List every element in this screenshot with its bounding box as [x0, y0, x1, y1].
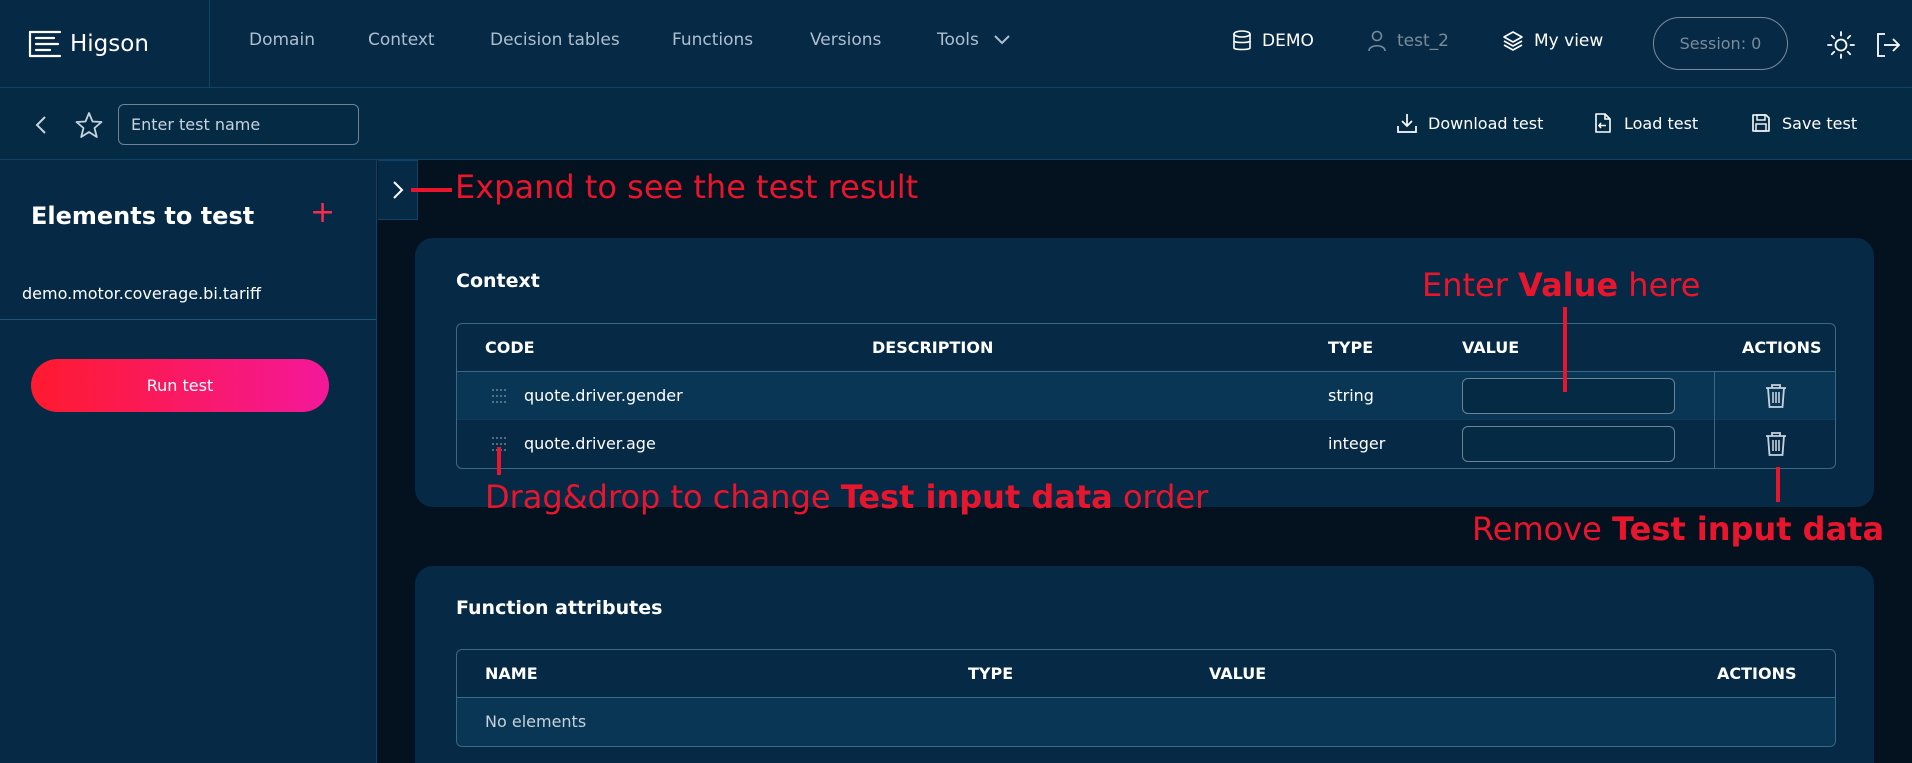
- column-header-actions: ACTIONS: [1742, 338, 1822, 357]
- value-input[interactable]: [1462, 378, 1675, 414]
- row-actions: [1714, 372, 1835, 420]
- function-attributes-table: NAME TYPE VALUE ACTIONS No elements: [456, 649, 1836, 747]
- context-title: Context: [456, 270, 540, 292]
- run-test-button[interactable]: Run test: [31, 359, 329, 412]
- annotation-text: Remove: [1472, 510, 1613, 548]
- annotation-bold: Value: [1518, 266, 1619, 304]
- annotation-remove: Remove Test input data: [1472, 510, 1884, 548]
- row-type: string: [1328, 386, 1374, 405]
- elements-sidebar: Elements to test + demo.motor.coverage.b…: [0, 160, 377, 763]
- function-attributes-header: NAME TYPE VALUE ACTIONS: [457, 650, 1835, 698]
- nav-tools[interactable]: Tools: [937, 30, 1011, 50]
- annotation-arrow-value: [1563, 307, 1567, 392]
- nav-versions[interactable]: Versions: [810, 30, 881, 50]
- annotation-text: order: [1112, 478, 1209, 516]
- save-test-label: Save test: [1782, 113, 1858, 133]
- column-header-actions: ACTIONS: [1717, 664, 1797, 683]
- annotation-bold: Test input data: [1612, 510, 1885, 548]
- star-icon[interactable]: [75, 111, 103, 139]
- logo-text: Higson: [70, 31, 149, 57]
- annotation-text: here: [1618, 266, 1701, 304]
- column-header-type: TYPE: [968, 664, 1014, 683]
- column-header-description: DESCRIPTION: [872, 338, 994, 357]
- higson-logo-icon: [28, 30, 62, 58]
- user-icon: [1368, 30, 1386, 52]
- test-name-input[interactable]: [118, 104, 359, 145]
- context-table: CODE DESCRIPTION TYPE VALUE ACTIONS quot…: [456, 323, 1836, 469]
- column-header-value: VALUE: [1209, 664, 1267, 683]
- nav-decision-tables[interactable]: Decision tables: [490, 30, 620, 50]
- annotation-bold: Test input data: [840, 478, 1113, 516]
- sidebar-item-element[interactable]: demo.motor.coverage.bi.tariff: [0, 280, 376, 320]
- column-header-value: VALUE: [1462, 338, 1520, 357]
- logout-icon[interactable]: [1875, 32, 1901, 58]
- annotation-arrow-remove: [1776, 467, 1780, 502]
- nav-functions[interactable]: Functions: [672, 30, 753, 50]
- file-load-icon: [1595, 113, 1611, 133]
- context-table-header: CODE DESCRIPTION TYPE VALUE ACTIONS: [457, 324, 1835, 372]
- function-attributes-card: Function attributes NAME TYPE VALUE ACTI…: [415, 566, 1874, 763]
- row-code: quote.driver.gender: [524, 386, 683, 405]
- nav-tools-label: Tools: [937, 30, 979, 50]
- chevron-right-icon: [392, 181, 403, 199]
- sidebar-title: Elements to test: [31, 202, 255, 230]
- function-attributes-title: Function attributes: [456, 597, 663, 619]
- add-element-icon[interactable]: +: [310, 198, 335, 228]
- annotation-text: Enter: [1422, 266, 1519, 304]
- trash-icon[interactable]: [1765, 383, 1787, 409]
- empty-text: No elements: [485, 712, 587, 731]
- annotation-text: Drag&drop to change: [485, 478, 841, 516]
- annotation-arrow-drag: [497, 447, 501, 475]
- nav-context[interactable]: Context: [368, 30, 435, 50]
- save-test-button[interactable]: Save test: [1750, 112, 1857, 134]
- load-test-label: Load test: [1624, 113, 1699, 133]
- row-code: quote.driver.age: [524, 434, 656, 453]
- save-icon: [1752, 114, 1770, 132]
- annotation-expand: Expand to see the test result: [455, 168, 919, 206]
- trash-icon[interactable]: [1765, 431, 1787, 457]
- user-label: test_2: [1397, 31, 1449, 51]
- column-header-name: NAME: [485, 664, 538, 683]
- chevron-down-icon: [994, 35, 1010, 45]
- session-button[interactable]: Session: 0: [1653, 17, 1788, 70]
- download-test-button[interactable]: Download test: [1396, 112, 1543, 134]
- row-type: integer: [1328, 434, 1386, 453]
- logo[interactable]: Higson: [0, 0, 210, 88]
- theme-toggle-icon[interactable]: [1827, 31, 1855, 59]
- download-icon: [1397, 114, 1417, 133]
- drag-handle-icon[interactable]: [491, 388, 509, 404]
- table-row: quote.driver.age integer: [457, 420, 1835, 468]
- environment-selector[interactable]: DEMO: [1232, 30, 1314, 52]
- view-selector[interactable]: My view: [1502, 30, 1603, 52]
- back-chevron-icon[interactable]: [33, 114, 49, 136]
- annotation-enter-value: Enter Value here: [1422, 266, 1700, 304]
- table-row: quote.driver.gender string: [457, 372, 1835, 420]
- annotation-arrow-expand: [411, 188, 452, 192]
- environment-label: DEMO: [1262, 31, 1314, 51]
- column-header-code: CODE: [485, 338, 535, 357]
- user-menu[interactable]: test_2: [1367, 30, 1449, 52]
- load-test-button[interactable]: Load test: [1592, 112, 1698, 134]
- database-icon: [1233, 30, 1251, 51]
- top-navigation: Higson Domain Context Decision tables Fu…: [0, 0, 1912, 88]
- layers-icon: [1503, 31, 1523, 51]
- view-label: My view: [1534, 31, 1604, 51]
- column-header-type: TYPE: [1328, 338, 1374, 357]
- annotation-drag: Drag&drop to change Test input data orde…: [485, 478, 1208, 516]
- nav-domain[interactable]: Domain: [249, 30, 315, 50]
- download-test-label: Download test: [1428, 113, 1544, 133]
- empty-row: No elements: [457, 698, 1835, 746]
- row-actions: [1714, 420, 1835, 468]
- test-toolbar: Download test Load test Save test: [0, 88, 1912, 160]
- value-input[interactable]: [1462, 426, 1675, 462]
